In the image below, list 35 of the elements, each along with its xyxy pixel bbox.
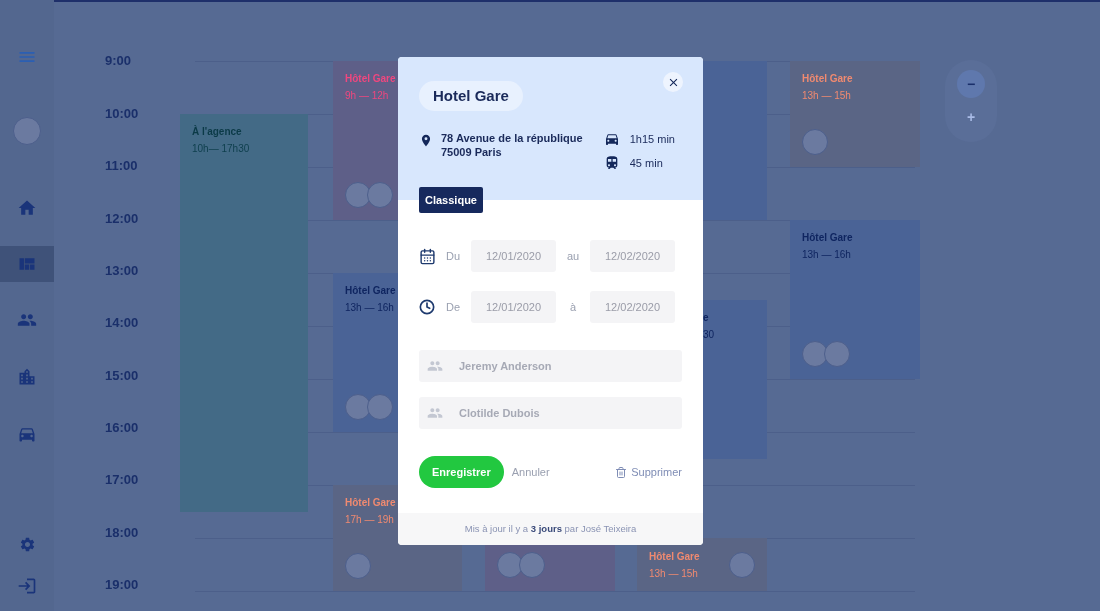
range-label: De xyxy=(446,299,462,315)
hour-label: 13:00 xyxy=(105,261,139,280)
event-time: 13h — 16h xyxy=(802,248,851,262)
hour-label: 15:00 xyxy=(105,366,139,385)
hour-label: 14:00 xyxy=(105,314,139,333)
event-title: Hôtel Gare xyxy=(802,231,853,245)
update-note: Mis à jour il y a 3 jours par José Teixeira xyxy=(464,521,637,536)
travel-duration: 1h15 min xyxy=(629,131,675,147)
hour-label: 17:00 xyxy=(105,471,139,490)
event-time: 13h — 15h xyxy=(649,566,698,581)
event-time: 13h — 15h xyxy=(802,89,851,103)
event-time: 17h — 19h xyxy=(345,513,394,527)
event-title: Hôtel Gare xyxy=(345,496,396,510)
range-label: Du xyxy=(446,248,462,264)
hour-label: 10:00 xyxy=(105,104,139,123)
event-title: Hôtel Gare xyxy=(345,284,396,298)
hour-label: 19:00 xyxy=(105,576,139,594)
travel-duration: 45 min xyxy=(629,155,663,171)
event-title: Hôtel Gare xyxy=(802,72,853,86)
event-title: Hôtel Gare xyxy=(649,549,700,564)
hour-label: 9:00 xyxy=(105,52,132,71)
range-label: au xyxy=(565,248,581,264)
dialog-title: Hotel Gare xyxy=(419,81,523,111)
event-time: 30 xyxy=(703,327,715,342)
hour-label: 16:00 xyxy=(105,418,139,437)
event-title: e xyxy=(703,310,709,325)
range-label: à xyxy=(568,299,578,315)
hour-label: 11:00 xyxy=(105,157,138,176)
category-tag: Classique xyxy=(419,187,483,213)
event-time: 13h — 16h xyxy=(345,301,394,315)
hour-label: 18:00 xyxy=(105,523,139,542)
hour-label: 12:00 xyxy=(105,209,139,228)
event-time: 9h — 12h xyxy=(345,89,389,103)
event-title: À l'agence xyxy=(192,124,242,139)
event-title: Hôtel Gare xyxy=(345,72,396,86)
